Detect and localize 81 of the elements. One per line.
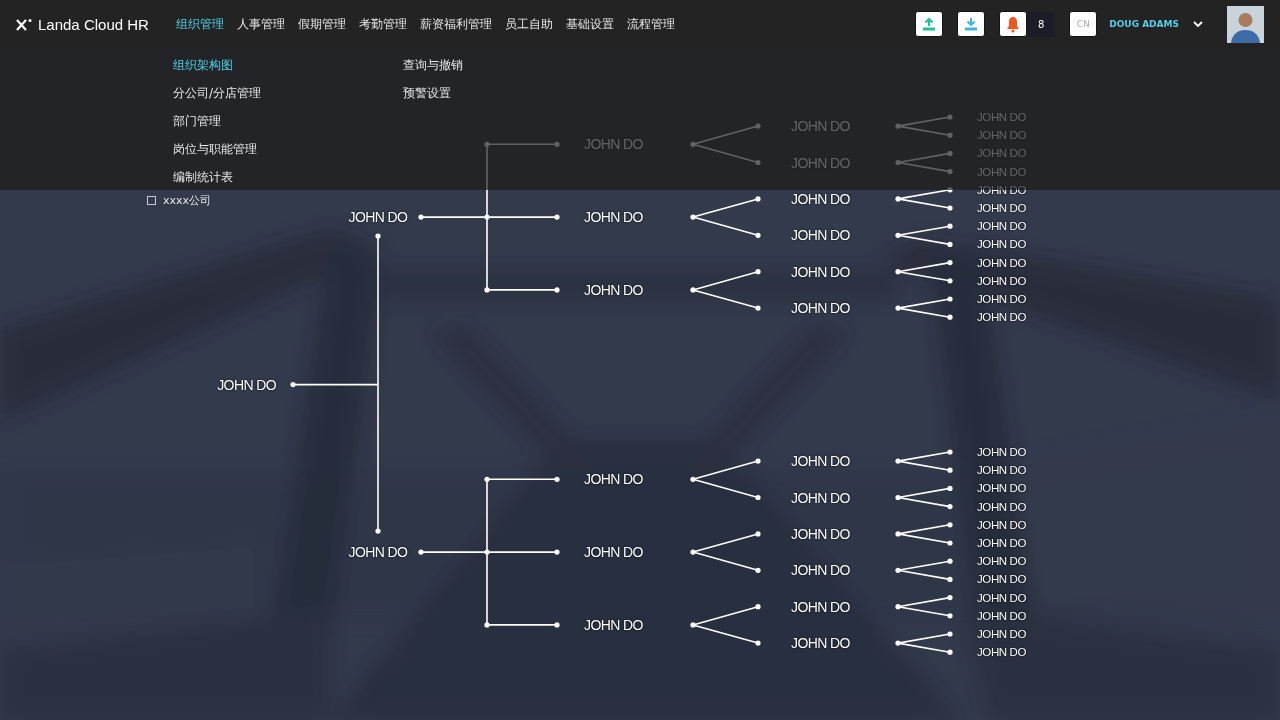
connector-line — [895, 558, 953, 582]
node-label[interactable]: JOHN DO — [348, 543, 408, 562]
node-label[interactable]: JOHN DO — [977, 607, 1026, 624]
connector-line — [895, 260, 953, 284]
checkbox[interactable] — [147, 196, 156, 205]
node-label[interactable]: JOHN DO — [977, 462, 1026, 479]
node-label[interactable]: JOHN DO — [977, 644, 1026, 661]
node-label[interactable]: JOHN DO — [977, 553, 1026, 570]
node-label[interactable]: JOHN DO — [791, 597, 850, 616]
upload-button[interactable] — [915, 11, 944, 37]
chevron-down-icon[interactable] — [1193, 20, 1203, 28]
connector-line — [895, 595, 953, 619]
connector-line — [895, 522, 953, 546]
node-label[interactable]: JOHN DO — [977, 444, 1026, 460]
connector-line — [690, 531, 761, 573]
menu-item[interactable]: 岗位与职能管理 — [173, 140, 262, 158]
menu-item[interactable]: 查询与撤销 — [403, 56, 464, 74]
node-label[interactable]: JOHN DO — [977, 309, 1026, 326]
node-label[interactable]: JOHN DO — [584, 543, 643, 562]
menu-item[interactable]: 编制统计表 — [173, 168, 262, 186]
connector-line — [895, 449, 953, 473]
notification-button[interactable] — [999, 11, 1028, 37]
node-label[interactable]: JOHN DO — [791, 524, 850, 543]
notification-count: 8 — [1027, 11, 1056, 37]
node-label[interactable]: JOHN DO — [977, 535, 1026, 551]
nav-tab[interactable]: 流程管理 — [626, 15, 675, 33]
node-label[interactable]: JOHN DO — [791, 488, 850, 507]
node-label[interactable]: JOHN DO — [791, 262, 850, 281]
node-label[interactable]: JOHN DO — [791, 226, 850, 245]
nav-tab[interactable]: 假期管理 — [297, 15, 346, 33]
menu-item[interactable]: 组织架构图 — [173, 56, 262, 74]
node-label[interactable]: JOHN DO — [584, 470, 643, 489]
node-label[interactable]: JOHN DO — [977, 218, 1026, 235]
connector-line — [690, 604, 761, 646]
node-label[interactable]: JOHN DO — [977, 626, 1026, 642]
node-label[interactable]: JOHN DO — [977, 200, 1026, 216]
menu-item[interactable]: 预警设置 — [403, 84, 464, 102]
connector-line — [895, 223, 953, 247]
connector-line — [895, 187, 953, 211]
menu-item[interactable]: 分公司/分店管理 — [173, 84, 262, 102]
filter-label[interactable]: xxxx公司 — [163, 193, 212, 208]
connector-line — [895, 296, 953, 320]
node-label[interactable]: JOHN DO — [217, 375, 276, 394]
download-icon — [964, 17, 979, 31]
nav-tab[interactable]: 人事管理 — [236, 15, 285, 33]
app-title: Landa Cloud HR — [38, 15, 149, 33]
node-label[interactable]: JOHN DO — [977, 516, 1026, 533]
user-name[interactable]: DOUG ADAMS — [1109, 19, 1179, 29]
logo-icon — [16, 17, 33, 31]
connector-line — [690, 458, 761, 501]
upload-icon — [922, 17, 937, 31]
nav-tab[interactable]: 组织管理 — [175, 15, 224, 33]
node-label[interactable]: JOHN DO — [348, 208, 408, 227]
connector-line — [895, 631, 953, 655]
node-label[interactable]: JOHN DO — [977, 291, 1026, 307]
nav-tab[interactable]: 员工自助 — [504, 15, 553, 33]
download-button[interactable] — [957, 11, 986, 37]
node-label[interactable]: JOHN DO — [791, 299, 850, 318]
node-label[interactable]: JOHN DO — [791, 189, 850, 208]
node-label[interactable]: JOHN DO — [977, 571, 1026, 588]
connector-line — [690, 196, 761, 238]
node-label[interactable]: JOHN DO — [977, 236, 1026, 253]
node-label[interactable]: JOHN DO — [584, 615, 643, 634]
node-label[interactable]: JOHN DO — [791, 634, 850, 653]
node-label[interactable]: JOHN DO — [791, 452, 850, 471]
node-label[interactable]: JOHN DO — [977, 480, 1026, 497]
node-label[interactable]: JOHN DO — [977, 498, 1026, 515]
node-label[interactable]: JOHN DO — [584, 280, 643, 299]
node-label[interactable]: JOHN DO — [584, 208, 643, 227]
nav-tab[interactable]: 考勤管理 — [358, 15, 407, 33]
menu-item[interactable]: 部门管理 — [173, 112, 262, 130]
nav-tab[interactable]: 基础设置 — [565, 15, 614, 33]
bell-icon — [1006, 15, 1021, 33]
node-label[interactable]: JOHN DO — [791, 561, 850, 580]
connector-line — [895, 485, 953, 510]
node-label[interactable]: JOHN DO — [977, 589, 1026, 606]
node-label[interactable]: JOHN DO — [977, 272, 1026, 289]
connector-line — [690, 269, 761, 311]
node-label[interactable]: JOHN DO — [977, 254, 1026, 271]
nav-tab[interactable]: 薪资福利管理 — [419, 15, 492, 33]
avatar[interactable] — [1227, 5, 1264, 43]
